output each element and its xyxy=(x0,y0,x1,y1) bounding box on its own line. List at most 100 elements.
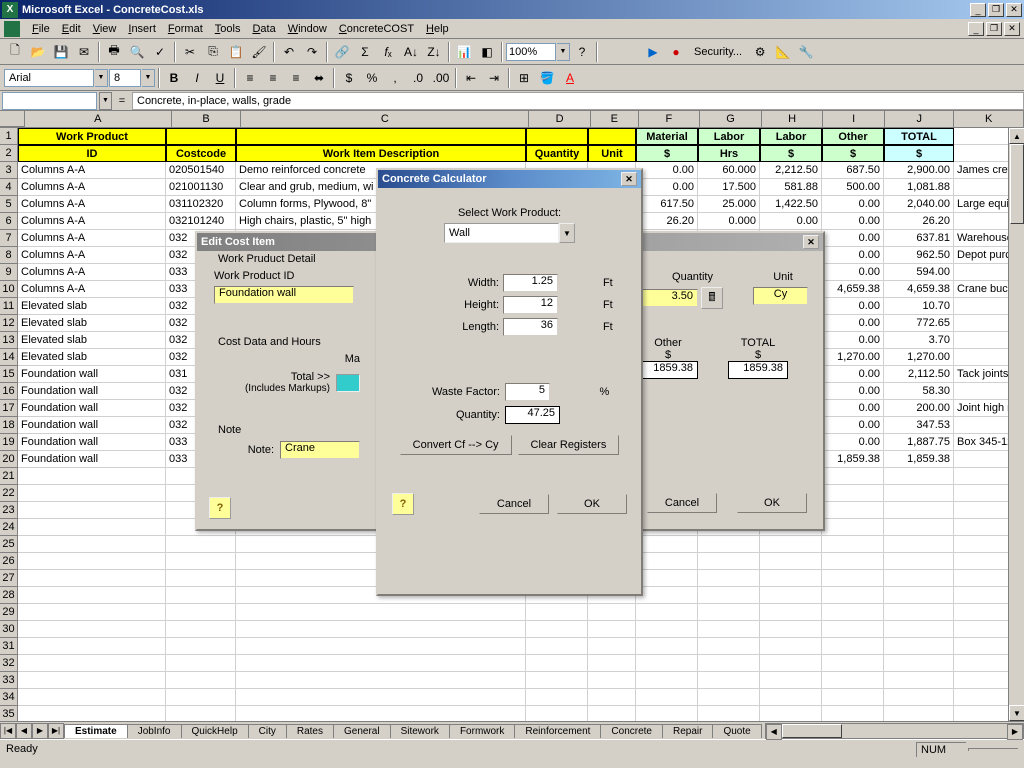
cell-A30[interactable] xyxy=(18,621,166,638)
cell-A20[interactable]: Foundation wall xyxy=(18,451,166,468)
cell-I20[interactable]: 1,859.38 xyxy=(822,451,884,468)
cell-H3[interactable]: 2,212.50 xyxy=(760,162,822,179)
column-header-A[interactable]: A xyxy=(25,111,172,127)
cell-H33[interactable] xyxy=(760,672,822,689)
column-header-E[interactable]: E xyxy=(591,111,639,127)
cell-I6[interactable]: 0.00 xyxy=(822,213,884,230)
vertical-scrollbar[interactable]: ▲ ▼ xyxy=(1008,128,1024,721)
menu-edit[interactable]: Edit xyxy=(56,21,87,37)
cell-J30[interactable] xyxy=(884,621,954,638)
cell-H30[interactable] xyxy=(760,621,822,638)
cell-A12[interactable]: Elevated slab xyxy=(18,315,166,332)
cell-H28[interactable] xyxy=(760,587,822,604)
underline-icon[interactable]: U xyxy=(209,67,231,89)
cell-A2[interactable]: ID xyxy=(18,145,166,162)
cell-H27[interactable] xyxy=(760,570,822,587)
cell-F34[interactable] xyxy=(636,689,698,706)
row-header-6[interactable]: 6 xyxy=(0,213,18,230)
row-header-26[interactable]: 26 xyxy=(0,553,18,570)
cell-I15[interactable]: 0.00 xyxy=(822,366,884,383)
cell-I5[interactable]: 0.00 xyxy=(822,196,884,213)
menu-file[interactable]: File xyxy=(26,21,56,37)
name-box[interactable] xyxy=(2,92,97,110)
cell-I11[interactable]: 0.00 xyxy=(822,298,884,315)
calc-cancel-button[interactable]: Cancel xyxy=(479,494,549,514)
calc-dialog-close-icon[interactable]: ✕ xyxy=(621,172,637,186)
cell-I32[interactable] xyxy=(822,655,884,672)
cell-B35[interactable] xyxy=(166,706,236,721)
doc-close-button[interactable]: ✕ xyxy=(1004,22,1020,36)
cell-J1[interactable]: TOTAL xyxy=(884,128,954,145)
cell-B5[interactable]: 031102320 xyxy=(166,196,236,213)
percent-icon[interactable]: % xyxy=(361,67,383,89)
tab-last-icon[interactable]: ▶| xyxy=(48,723,64,739)
name-box-dropdown-icon[interactable]: ▼ xyxy=(99,92,112,110)
cell-J22[interactable] xyxy=(884,485,954,502)
calc-help-button[interactable]: ? xyxy=(392,493,414,515)
save-icon[interactable]: 💾 xyxy=(50,41,72,63)
cell-F27[interactable] xyxy=(636,570,698,587)
cell-F30[interactable] xyxy=(636,621,698,638)
vscroll-thumb[interactable] xyxy=(1010,144,1024,224)
italic-icon[interactable]: I xyxy=(186,67,208,89)
cell-J11[interactable]: 10.70 xyxy=(884,298,954,315)
column-header-G[interactable]: G xyxy=(700,111,762,127)
hscroll-right-icon[interactable]: ▶ xyxy=(1007,724,1023,740)
cell-A15[interactable]: Foundation wall xyxy=(18,366,166,383)
row-header-35[interactable]: 35 xyxy=(0,706,18,721)
cell-I34[interactable] xyxy=(822,689,884,706)
cell-A17[interactable]: Foundation wall xyxy=(18,400,166,417)
cell-I16[interactable]: 0.00 xyxy=(822,383,884,400)
sheet-tab-city[interactable]: City xyxy=(248,724,287,738)
row-header-19[interactable]: 19 xyxy=(0,434,18,451)
font-color-icon[interactable]: A xyxy=(559,67,581,89)
select-all-corner[interactable] xyxy=(0,111,25,127)
cell-E31[interactable] xyxy=(588,638,636,655)
row-header-14[interactable]: 14 xyxy=(0,349,18,366)
bold-icon[interactable]: B xyxy=(163,67,185,89)
cell-F3[interactable]: 0.00 xyxy=(636,162,698,179)
cell-A25[interactable] xyxy=(18,536,166,553)
qty-input[interactable]: 3.50 xyxy=(638,289,698,307)
row-header-5[interactable]: 5 xyxy=(0,196,18,213)
cell-B31[interactable] xyxy=(166,638,236,655)
row-header-12[interactable]: 12 xyxy=(0,315,18,332)
cell-G27[interactable] xyxy=(698,570,760,587)
menu-view[interactable]: View xyxy=(87,21,123,37)
sheet-tab-reinforcement[interactable]: Reinforcement xyxy=(514,724,601,738)
font-size-dropdown-icon[interactable]: ▼ xyxy=(142,69,155,87)
row-header-29[interactable]: 29 xyxy=(0,604,18,621)
font-size-box[interactable]: 8 xyxy=(109,69,141,87)
cell-I21[interactable] xyxy=(822,468,884,485)
row-header-30[interactable]: 30 xyxy=(0,621,18,638)
cell-C31[interactable] xyxy=(236,638,526,655)
cell-D2[interactable]: Quantity xyxy=(526,145,588,162)
menu-insert[interactable]: Insert xyxy=(122,21,162,37)
cell-A13[interactable]: Elevated slab xyxy=(18,332,166,349)
cell-C34[interactable] xyxy=(236,689,526,706)
cell-I9[interactable]: 0.00 xyxy=(822,264,884,281)
currency-icon[interactable]: $ xyxy=(338,67,360,89)
row-header-23[interactable]: 23 xyxy=(0,502,18,519)
column-header-B[interactable]: B xyxy=(172,111,242,127)
cell-B25[interactable] xyxy=(166,536,236,553)
cell-C32[interactable] xyxy=(236,655,526,672)
cell-A31[interactable] xyxy=(18,638,166,655)
length-input[interactable]: 36 xyxy=(503,318,558,336)
row-header-1[interactable]: 1 xyxy=(0,128,18,145)
row-header-2[interactable]: 2 xyxy=(0,145,18,162)
width-input[interactable]: 1.25 xyxy=(503,274,558,292)
help-icon[interactable]: ? xyxy=(571,41,593,63)
cell-B6[interactable]: 032101240 xyxy=(166,213,236,230)
cell-J35[interactable] xyxy=(884,706,954,721)
cell-J13[interactable]: 3.70 xyxy=(884,332,954,349)
cell-J15[interactable]: 2,112.50 xyxy=(884,366,954,383)
cut-icon[interactable]: ✂ xyxy=(179,41,201,63)
tab-prev-icon[interactable]: ◀ xyxy=(16,723,32,739)
cell-C33[interactable] xyxy=(236,672,526,689)
cell-A6[interactable]: Columns A-A xyxy=(18,213,166,230)
cell-F2[interactable]: $ xyxy=(636,145,698,162)
height-input[interactable]: 12 xyxy=(503,296,558,314)
row-header-31[interactable]: 31 xyxy=(0,638,18,655)
column-header-F[interactable]: F xyxy=(639,111,701,127)
